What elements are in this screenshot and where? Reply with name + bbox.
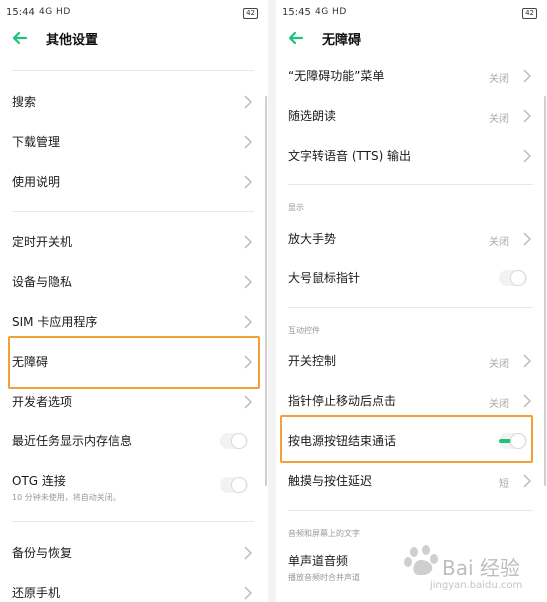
chevron-right-icon	[244, 95, 252, 109]
item-label: 最近任务显示内存信息	[12, 434, 133, 448]
large-pointer-toggle[interactable]	[499, 270, 527, 286]
panel-gutter	[268, 0, 276, 602]
item-label: 指针停止移动后点击	[288, 394, 397, 408]
item-label: 使用说明	[12, 175, 61, 189]
item-label: 触摸与按住延迟	[288, 474, 373, 488]
divider	[12, 70, 254, 71]
item-description: 播放音频时合并声道	[288, 573, 360, 582]
item-label: 单声道音频	[288, 554, 349, 568]
toggle-knob	[231, 477, 247, 493]
left-screen: 15:44 4G HD 42 其他设置 搜索 下载管理 使用说明 定时开关机 设…	[0, 0, 268, 602]
menu-item-select-to-speak[interactable]: 随选朗读 关闭	[276, 96, 547, 136]
item-label: 设备与隐私	[12, 275, 73, 289]
item-label: 还原手机	[12, 586, 61, 600]
chevron-right-icon	[523, 109, 531, 123]
menu-item-instructions[interactable]: 使用说明	[0, 162, 268, 202]
menu-item-mono-audio: 单声道音频 播放音频时合并声道	[276, 541, 547, 589]
otg-toggle[interactable]	[220, 477, 248, 493]
right-screen: 15:45 4G HD 42 无障碍 “无障碍功能”菜单 关闭 随选朗读 关闭 …	[276, 0, 547, 602]
item-label: 大号鼠标指针	[288, 271, 361, 285]
item-value: 关闭	[489, 114, 509, 125]
chevron-right-icon	[244, 175, 252, 189]
section-label-interaction: 互动控件	[288, 326, 320, 335]
menu-item-otg: OTG 连接 10 分钟未使用，将自动关闭。	[0, 461, 268, 509]
status-bar: 15:45 4G HD 42	[276, 0, 547, 26]
item-label: SIM 卡应用程序	[12, 315, 98, 329]
item-label: “无障碍功能”菜单	[288, 69, 385, 83]
menu-item-downloads[interactable]: 下载管理	[0, 122, 268, 162]
battery-icon: 42	[243, 8, 258, 19]
menu-item-device-privacy[interactable]: 设备与隐私	[0, 262, 268, 302]
menu-item-tts-output[interactable]: 文字转语音 (TTS) 输出	[276, 136, 547, 176]
chevron-right-icon	[244, 275, 252, 289]
item-value: 短	[499, 479, 509, 490]
app-header: 其他设置	[0, 26, 268, 50]
divider	[288, 184, 533, 185]
chevron-right-icon	[523, 474, 531, 488]
menu-item-touch-hold-delay[interactable]: 触摸与按住延迟 短	[276, 461, 547, 501]
memory-info-toggle[interactable]	[220, 433, 248, 449]
chevron-right-icon	[244, 315, 252, 329]
scrollbar[interactable]	[265, 96, 267, 486]
signal-icon: 4G HD	[315, 7, 347, 17]
item-label: 随选朗读	[288, 109, 337, 123]
highlight-box	[280, 415, 533, 463]
item-label: 开关控制	[288, 354, 337, 368]
battery-icon: 42	[522, 8, 537, 19]
item-label: 开发者选项	[12, 395, 73, 409]
chevron-right-icon	[244, 235, 252, 249]
divider	[12, 521, 254, 522]
menu-item-developer-options[interactable]: 开发者选项	[0, 382, 268, 422]
chevron-right-icon	[523, 232, 531, 246]
signal-icon: 4G HD	[39, 7, 71, 17]
item-value: 关闭	[489, 359, 509, 370]
menu-item-switch-access[interactable]: 开关控制 关闭	[276, 341, 547, 381]
chevron-right-icon	[523, 149, 531, 163]
item-label: 文字转语音 (TTS) 输出	[288, 149, 412, 163]
chevron-right-icon	[523, 69, 531, 83]
menu-item-search[interactable]: 搜索	[0, 82, 268, 122]
item-label: OTG 连接	[12, 474, 66, 488]
chevron-right-icon	[244, 586, 252, 600]
toggle-knob	[510, 270, 526, 286]
item-value: 关闭	[489, 237, 509, 248]
back-arrow-icon[interactable]	[10, 28, 30, 48]
section-label-audio-text: 音频和屏幕上的文字	[288, 529, 360, 538]
status-time: 15:44	[6, 7, 35, 18]
divider	[288, 510, 533, 511]
section-label-display: 显示	[288, 203, 304, 212]
page-title: 其他设置	[46, 33, 99, 48]
app-header: 无障碍	[276, 26, 547, 50]
menu-item-large-pointer: 大号鼠标指针	[276, 258, 547, 298]
scrollbar[interactable]	[544, 96, 546, 486]
menu-item-backup-restore[interactable]: 备份与恢复	[0, 533, 268, 573]
chevron-right-icon	[244, 546, 252, 560]
chevron-right-icon	[244, 395, 252, 409]
page-title: 无障碍	[322, 33, 362, 48]
item-label: 备份与恢复	[12, 546, 73, 560]
back-arrow-icon[interactable]	[286, 28, 306, 48]
divider	[12, 211, 254, 212]
divider	[288, 307, 533, 308]
item-value: 关闭	[489, 399, 509, 410]
item-description: 10 分钟未使用，将自动关闭。	[12, 493, 121, 502]
item-label: 下载管理	[12, 135, 61, 149]
menu-item-scheduled-power[interactable]: 定时开关机	[0, 222, 268, 262]
menu-item-recent-tasks-memory: 最近任务显示内存信息	[0, 421, 268, 461]
menu-item-magnification[interactable]: 放大手势 关闭	[276, 219, 547, 259]
item-label: 放大手势	[288, 232, 337, 246]
chevron-right-icon	[523, 354, 531, 368]
chevron-right-icon	[244, 135, 252, 149]
menu-item-accessibility-menu[interactable]: “无障碍功能”菜单 关闭	[276, 56, 547, 96]
status-bar: 15:44 4G HD 42	[0, 0, 268, 26]
toggle-knob	[231, 433, 247, 449]
menu-item-reset-phone[interactable]: 还原手机	[0, 573, 268, 602]
item-value: 关闭	[489, 74, 509, 85]
item-label: 搜索	[12, 95, 37, 109]
status-time: 15:45	[282, 7, 311, 18]
chevron-right-icon	[523, 394, 531, 408]
item-label: 定时开关机	[12, 235, 73, 249]
